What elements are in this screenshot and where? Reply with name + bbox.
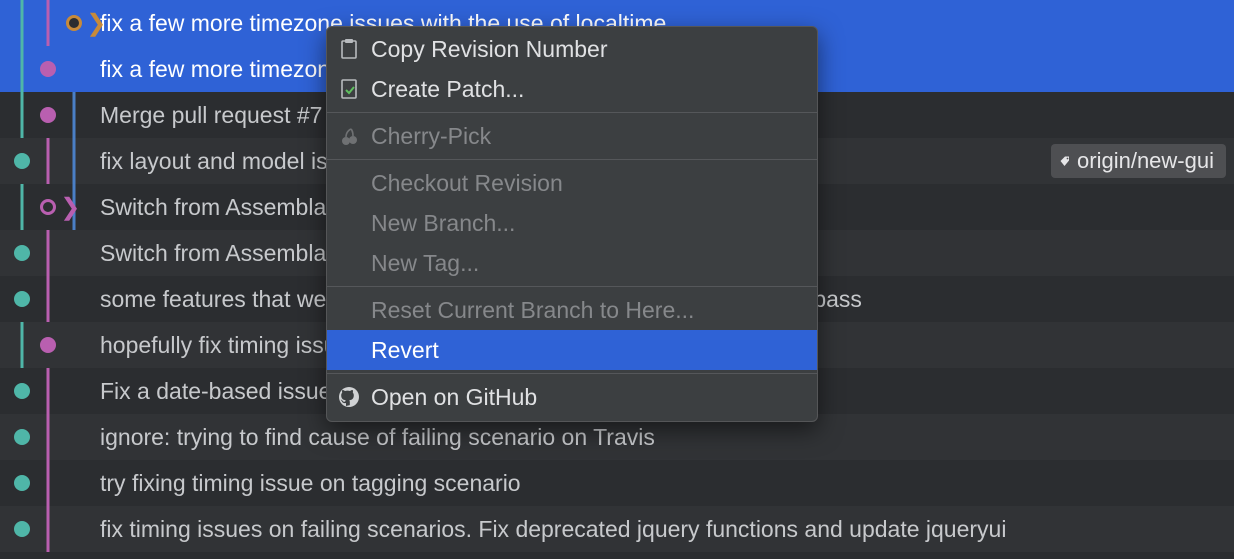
blank-icon [337, 251, 361, 275]
commit-node [14, 383, 30, 399]
commit-message: fix timing issues on failing scenarios. … [100, 516, 1234, 543]
commit-graph-cell [8, 414, 94, 460]
menu-item-label: New Tag... [371, 250, 479, 277]
menu-item-create-patch[interactable]: Create Patch... [327, 69, 817, 109]
commit-graph-cell [8, 46, 94, 92]
commit-message: ignore: trying to find cause of failing … [100, 424, 1234, 451]
menu-item-checkout-revision: Checkout Revision [327, 163, 817, 203]
patch-icon [337, 77, 361, 101]
menu-item-label: Open on GitHub [371, 384, 537, 411]
github-icon [337, 385, 361, 409]
commit-graph-cell: ❯ [8, 184, 94, 230]
commit-graph-cell [8, 138, 94, 184]
blank-icon [337, 338, 361, 362]
arrow-icon: ❯ [86, 12, 106, 36]
ref-tag[interactable]: origin/new-gui [1051, 144, 1226, 178]
commit-node [14, 429, 30, 445]
menu-separator [327, 112, 817, 113]
commit-node [14, 521, 30, 537]
clipboard-icon [337, 37, 361, 61]
ref-tag-label: origin/new-gui [1077, 148, 1214, 174]
menu-item-label: Revert [371, 337, 439, 364]
commit-graph-cell [8, 368, 94, 414]
commit-graph-cell [8, 276, 94, 322]
blank-icon [337, 298, 361, 322]
menu-item-label: Checkout Revision [371, 170, 563, 197]
commit-node [14, 245, 30, 261]
blank-icon [337, 171, 361, 195]
menu-item-reset-current-branch-to-here: Reset Current Branch to Here... [327, 290, 817, 330]
menu-item-new-tag: New Tag... [327, 243, 817, 283]
menu-separator [327, 373, 817, 374]
commit-message: try fixing timing issue on tagging scena… [100, 470, 1234, 497]
menu-item-label: Reset Current Branch to Here... [371, 297, 694, 324]
cherries-icon [337, 124, 361, 148]
menu-item-label: New Branch... [371, 210, 515, 237]
menu-item-label: Cherry-Pick [371, 123, 491, 150]
commit-node [14, 291, 30, 307]
arrow-icon: ❯ [60, 196, 80, 220]
commit-node [14, 153, 30, 169]
commit-graph-cell [8, 506, 94, 552]
menu-item-cherry-pick: Cherry-Pick [327, 116, 817, 156]
context-menu[interactable]: Copy Revision Number Create Patch... Cherr… [326, 26, 818, 422]
commit-node [66, 15, 82, 31]
menu-item-revert[interactable]: Revert [327, 330, 817, 370]
commit-row[interactable]: fix timing issues on failing scenarios. … [0, 506, 1234, 552]
tag-icon [1059, 149, 1077, 173]
menu-item-label: Copy Revision Number [371, 36, 607, 63]
menu-item-copy-revision-number[interactable]: Copy Revision Number [327, 29, 817, 69]
menu-separator [327, 286, 817, 287]
blank-icon [337, 211, 361, 235]
menu-item-open-on-github[interactable]: Open on GitHub [327, 377, 817, 417]
commit-node [40, 107, 56, 123]
commit-node [40, 337, 56, 353]
commit-graph-cell [8, 230, 94, 276]
menu-item-label: Create Patch... [371, 76, 524, 103]
commit-graph-cell [8, 460, 94, 506]
menu-separator [327, 159, 817, 160]
commit-node [14, 475, 30, 491]
commit-row[interactable]: try fixing timing issue on tagging scena… [0, 460, 1234, 506]
commit-node [40, 199, 56, 215]
menu-item-new-branch: New Branch... [327, 203, 817, 243]
commit-graph-cell [8, 322, 94, 368]
commit-node [40, 61, 56, 77]
commit-graph-cell [8, 92, 94, 138]
commit-graph-cell: ❯ [8, 0, 94, 46]
